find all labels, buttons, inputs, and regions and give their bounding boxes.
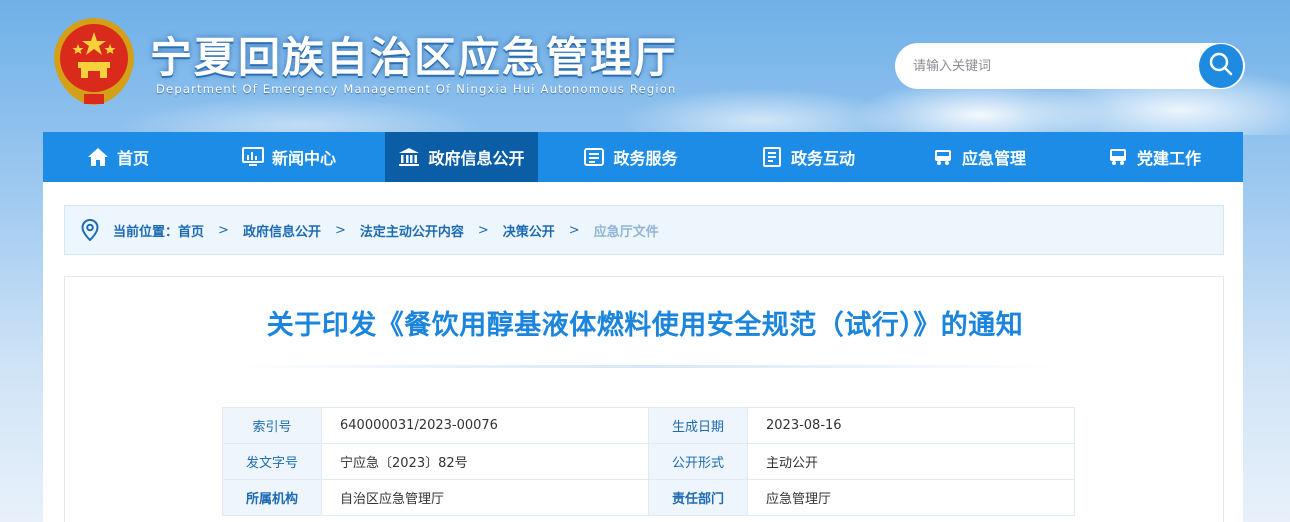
article-title: 关于印发《餐饮用醇基液体燃料使用安全规范（试行）》的通知 bbox=[266, 310, 1024, 341]
nav-item-label: 应急管理 bbox=[961, 149, 1026, 168]
main-nav: 首页 新闻中心 政府信息公开 政务服务 政务互动 应急管理 党建工作 bbox=[43, 132, 1243, 182]
meta-label: 责任部门 bbox=[648, 479, 748, 516]
service-window-icon bbox=[583, 147, 605, 167]
breadcrumb-separator: > bbox=[218, 222, 229, 238]
breadcrumb-separator: > bbox=[334, 222, 346, 238]
nav-item-party[interactable]: 党建工作 bbox=[1065, 132, 1243, 182]
breadcrumb-link-gov-info[interactable]: 政府信息公开 bbox=[243, 221, 321, 240]
search-input[interactable] bbox=[913, 43, 1193, 89]
location-pin-icon bbox=[81, 219, 99, 241]
nav-item-services[interactable]: 政务服务 bbox=[538, 132, 723, 182]
meta-value: 宁应急〔2023〕82号 bbox=[321, 443, 649, 480]
national-emblem-icon bbox=[50, 14, 138, 106]
breadcrumb-prefix: 当前位置： bbox=[113, 224, 179, 240]
meta-label: 生成日期 bbox=[648, 407, 748, 444]
nav-item-interaction[interactable]: 政务互动 bbox=[723, 132, 893, 182]
site-header: 宁夏回族自治区应急管理厅 Department Of Emergency Man… bbox=[0, 0, 1290, 132]
nav-item-news[interactable]: 新闻中心 bbox=[193, 132, 385, 182]
meta-label: 所属机构 bbox=[222, 479, 322, 516]
nav-item-label: 政务服务 bbox=[613, 149, 678, 168]
government-building-icon bbox=[398, 147, 420, 167]
meta-value: 2023-08-16 bbox=[747, 407, 1075, 444]
title-divider bbox=[235, 365, 1055, 368]
meta-value: 主动公开 bbox=[747, 443, 1075, 480]
meta-value: 自治区应急管理厅 bbox=[321, 479, 649, 516]
nav-item-gov-info[interactable]: 政府信息公开 bbox=[385, 132, 538, 182]
nav-item-label: 新闻中心 bbox=[271, 149, 336, 168]
meta-value: 640000031/2023-00076 bbox=[321, 407, 649, 444]
party-vehicle-icon bbox=[1107, 147, 1129, 167]
document-list-icon bbox=[761, 147, 783, 167]
document-meta-table: 索引号 640000031/2023-00076 生成日期 2023-08-16… bbox=[222, 407, 1075, 516]
article-box: 关于印发《餐饮用醇基液体燃料使用安全规范（试行）》的通知 索引号 6400000… bbox=[64, 276, 1224, 522]
search-icon bbox=[1208, 51, 1234, 81]
table-row: 发文字号 宁应急〔2023〕82号 公开形式 主动公开 bbox=[222, 443, 1075, 480]
nav-item-label: 党建工作 bbox=[1136, 149, 1201, 168]
meta-value: 应急管理厅 bbox=[747, 479, 1075, 516]
vehicle-icon bbox=[932, 147, 954, 167]
breadcrumb-separator: > bbox=[477, 222, 489, 238]
monitor-chart-icon bbox=[241, 147, 264, 167]
site-title: 宁夏回族自治区应急管理厅 bbox=[150, 33, 679, 82]
meta-label: 索引号 bbox=[222, 407, 322, 444]
home-icon bbox=[87, 147, 109, 167]
breadcrumb-link-home[interactable]: 首页 bbox=[178, 221, 204, 240]
site-subtitle: Department Of Emergency Management Of Ni… bbox=[156, 82, 677, 96]
breadcrumb: 当前位置： 首页 > 政府信息公开 > 法定主动公开内容 > 决策公开 > 应急… bbox=[64, 205, 1224, 255]
content-panel: 当前位置： 首页 > 政府信息公开 > 法定主动公开内容 > 决策公开 > 应急… bbox=[43, 182, 1243, 522]
nav-item-emergency[interactable]: 应急管理 bbox=[893, 132, 1065, 182]
search-box bbox=[895, 43, 1245, 89]
nav-item-label: 政府信息公开 bbox=[428, 149, 525, 168]
nav-item-label: 政务互动 bbox=[790, 149, 855, 168]
breadcrumb-link-decision[interactable]: 决策公开 bbox=[503, 221, 555, 240]
breadcrumb-link-current[interactable]: 应急厅文件 bbox=[594, 221, 659, 240]
breadcrumb-link-statutory[interactable]: 法定主动公开内容 bbox=[360, 221, 464, 240]
table-row: 所属机构 自治区应急管理厅 责任部门 应急管理厅 bbox=[222, 479, 1075, 516]
breadcrumb-separator: > bbox=[568, 222, 580, 238]
meta-label: 发文字号 bbox=[222, 443, 322, 480]
table-row: 索引号 640000031/2023-00076 生成日期 2023-08-16 bbox=[222, 407, 1075, 444]
nav-item-home[interactable]: 首页 bbox=[43, 132, 193, 182]
nav-item-label: 首页 bbox=[116, 149, 149, 168]
meta-label: 公开形式 bbox=[648, 443, 748, 480]
search-button[interactable] bbox=[1199, 44, 1243, 88]
